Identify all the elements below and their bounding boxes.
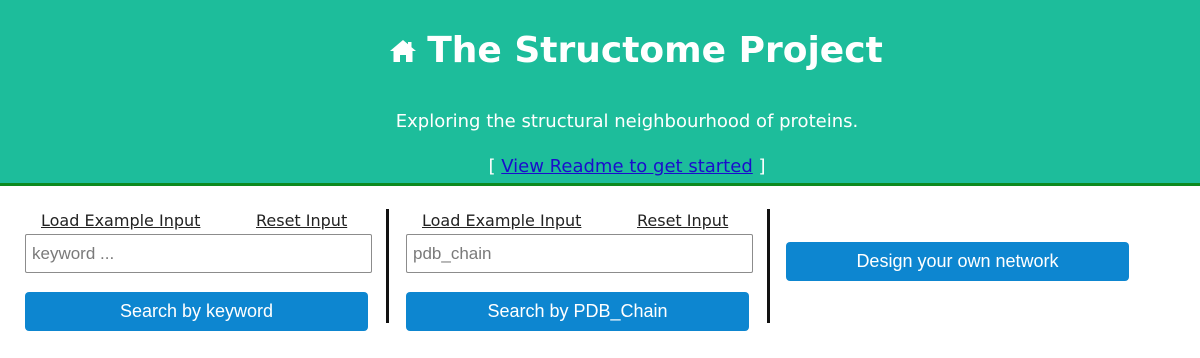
keyword-reset-link[interactable]: Reset Input [256, 210, 347, 232]
search-by-keyword-button[interactable]: Search by keyword [25, 292, 368, 331]
keyword-input[interactable] [25, 234, 372, 273]
pdb-load-example-link[interactable]: Load Example Input [422, 210, 581, 232]
panel-divider [767, 209, 770, 323]
readme-link[interactable]: View Readme to get started [501, 156, 753, 177]
design-network-button[interactable]: Design your own network [786, 242, 1129, 281]
header-banner: The Structome Project Exploring the stru… [0, 0, 1200, 186]
close-bracket: ] [758, 156, 766, 177]
open-bracket: [ [488, 156, 496, 177]
keyword-load-example-link[interactable]: Load Example Input [41, 210, 200, 232]
home-icon[interactable] [389, 29, 417, 62]
subtitle: Exploring the structural neighbourhood o… [395, 111, 859, 132]
pdb-chain-input[interactable] [406, 234, 753, 273]
page-title: The Structome Project [0, 28, 1200, 74]
pdb-reset-link[interactable]: Reset Input [637, 210, 728, 232]
panel-divider [386, 209, 389, 323]
search-by-pdb-chain-button[interactable]: Search by PDB_Chain [406, 292, 749, 331]
title-text: The Structome Project [427, 30, 883, 71]
readme-line: [ View Readme to get started ] [0, 155, 1200, 179]
